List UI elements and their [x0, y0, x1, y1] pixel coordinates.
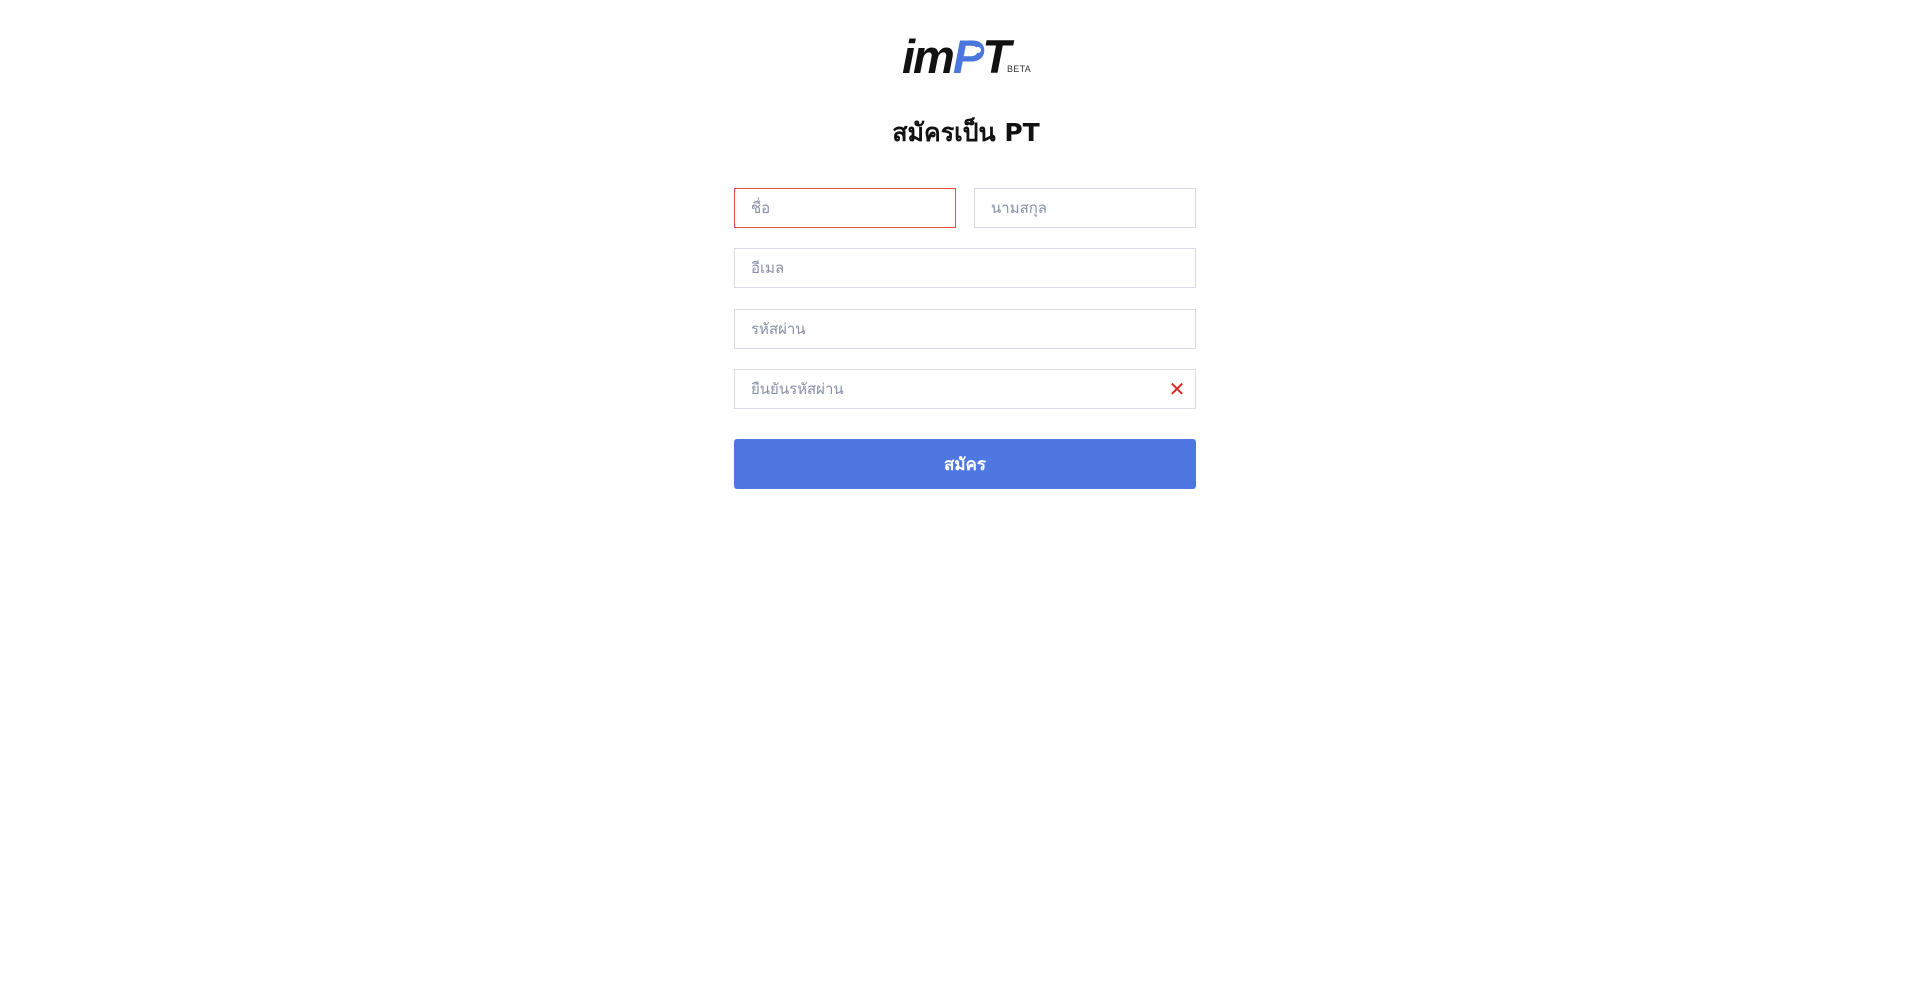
email-field — [734, 248, 1196, 288]
impt-logo: imPT BETA — [902, 30, 1042, 83]
last-name-input[interactable] — [975, 189, 1195, 227]
last-name-field — [974, 188, 1196, 228]
signup-page: imPT BETA สมัครเป็น PT ✕ สมัคร — [0, 0, 1920, 988]
first-name-input[interactable] — [735, 189, 955, 227]
page-title: สมัครเป็น PT — [892, 118, 1040, 147]
logo-dot — [975, 47, 981, 53]
signup-button[interactable]: สมัคร — [734, 439, 1196, 489]
email-input[interactable] — [735, 249, 1195, 287]
first-name-field — [734, 188, 956, 228]
password-field — [734, 309, 1196, 349]
logo-beta-label: BETA — [1007, 64, 1032, 74]
password-input[interactable] — [735, 310, 1195, 348]
confirm-password-input[interactable] — [735, 370, 1195, 408]
logo-wordmark: imPT — [902, 30, 1011, 83]
close-icon[interactable]: ✕ — [1167, 379, 1187, 399]
confirm-password-field: ✕ — [734, 369, 1196, 409]
